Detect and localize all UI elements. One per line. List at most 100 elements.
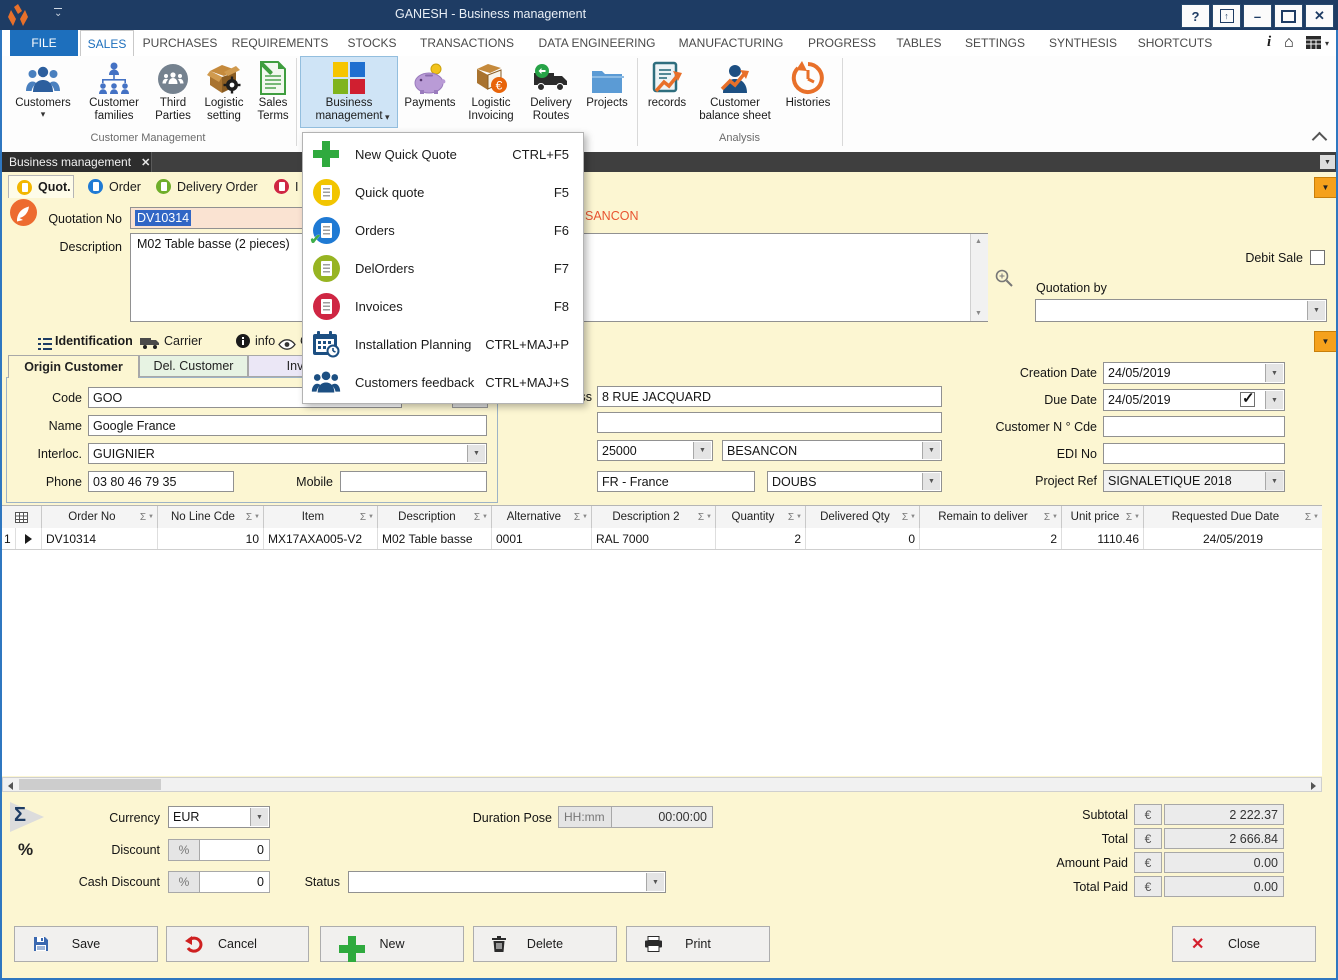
tab-info[interactable]: info bbox=[255, 334, 275, 348]
save-button[interactable]: Save bbox=[14, 926, 158, 962]
dropdown-icon[interactable] bbox=[922, 442, 940, 459]
info-icon[interactable]: i bbox=[1267, 34, 1271, 51]
quick-access-caret-icon[interactable]: ⌄ bbox=[54, 8, 62, 18]
phone-input[interactable]: 03 80 46 79 35 bbox=[88, 471, 234, 492]
grid-menu-icon[interactable] bbox=[1306, 36, 1321, 54]
tab-identification[interactable]: Identification bbox=[55, 334, 133, 348]
col-quantity[interactable]: QuantityΣ▼ bbox=[716, 506, 806, 528]
project-ref-select[interactable]: SIGNALETIQUE 2018 bbox=[1103, 470, 1285, 492]
tab-transactions[interactable]: TRANSACTIONS bbox=[416, 30, 518, 56]
col-unit-price[interactable]: Unit priceΣ▼ bbox=[1062, 506, 1144, 528]
ribbon-business-management-button[interactable]: Business management ▾ bbox=[301, 57, 397, 127]
tab-quotation[interactable]: Quot. bbox=[8, 175, 74, 198]
col-remain-to-deliver[interactable]: Remain to deliverΣ▼ bbox=[920, 506, 1062, 528]
print-button[interactable]: Print bbox=[626, 926, 770, 962]
doc-tab-business-management[interactable]: Business management✕ bbox=[0, 152, 152, 172]
subtab-del-customer[interactable]: Del. Customer bbox=[139, 355, 248, 377]
state-select[interactable]: DOUBS bbox=[767, 471, 942, 492]
cash-discount-input[interactable]: 0 bbox=[199, 871, 270, 893]
cell-description-2[interactable]: RAL 7000 bbox=[592, 528, 716, 549]
ribbon-customer-balance-sheet-button[interactable]: Customer balance sheet bbox=[693, 57, 777, 127]
expand-detail-dropdown[interactable] bbox=[1314, 331, 1337, 352]
dropdown-icon[interactable] bbox=[922, 473, 940, 490]
close-window-button[interactable]: ✕ bbox=[1305, 4, 1334, 28]
scroll-left-icon[interactable] bbox=[8, 782, 13, 790]
creation-date-input[interactable]: 24/05/2019 bbox=[1103, 362, 1285, 384]
description-scrollbar[interactable]: ▲ ▼ bbox=[970, 234, 988, 321]
ribbon-delivery-routes-button[interactable]: Delivery Routes bbox=[523, 57, 579, 127]
menu-item-quick-quote[interactable]: Quick quoteF5 bbox=[303, 173, 583, 211]
dropdown-icon[interactable] bbox=[646, 873, 664, 891]
customer-cde-input[interactable] bbox=[1103, 416, 1285, 437]
tab-synthesis[interactable]: SYNTHESIS bbox=[1046, 30, 1120, 56]
ribbon-sales-terms-button[interactable]: Sales Terms bbox=[252, 57, 294, 127]
row-selector-cell[interactable] bbox=[16, 528, 42, 549]
menu-item-installation-planning[interactable]: Installation PlanningCTRL+MAJ+P bbox=[303, 325, 583, 363]
tab-manufacturing[interactable]: MANUFACTURING bbox=[672, 30, 790, 56]
mobile-input[interactable] bbox=[340, 471, 487, 492]
cell-description[interactable]: M02 Table basse bbox=[378, 528, 492, 549]
quotation-by-select[interactable] bbox=[1035, 299, 1327, 322]
cell-alternative[interactable]: 0001 bbox=[492, 528, 592, 549]
address-line1-input[interactable]: 8 RUE JACQUARD bbox=[597, 386, 942, 407]
menu-item-customers-feedback[interactable]: Customers feedbackCTRL+MAJ+S bbox=[303, 363, 583, 401]
cell-requested-due-date[interactable]: 24/05/2019 bbox=[1144, 528, 1322, 549]
maximize-button[interactable] bbox=[1274, 4, 1303, 28]
tab-data-engineering[interactable]: DATA ENGINEERING bbox=[534, 30, 660, 56]
grid-menu-caret-icon[interactable]: ▾ bbox=[1325, 39, 1329, 48]
tab-settings[interactable]: SETTINGS bbox=[962, 30, 1028, 56]
scroll-down-icon[interactable]: ▼ bbox=[971, 306, 986, 321]
due-date-checkbox[interactable] bbox=[1240, 392, 1255, 407]
ribbon-projects-button[interactable]: Projects bbox=[581, 57, 633, 127]
ribbon-logistic-invoicing-button[interactable]: € Logistic Invoicing bbox=[461, 57, 521, 127]
cell-item[interactable]: MX17AXA005-V2 bbox=[264, 528, 378, 549]
cell-delivered-qty[interactable]: 0 bbox=[806, 528, 920, 549]
address-line2-input[interactable] bbox=[597, 412, 942, 433]
country-input[interactable]: FR - France bbox=[597, 471, 755, 492]
zip-select[interactable]: 25000 bbox=[597, 440, 713, 461]
dropdown-icon[interactable] bbox=[1265, 364, 1283, 382]
due-date-input[interactable]: 24/05/2019 bbox=[1103, 389, 1285, 411]
tab-delivery-order[interactable]: Delivery Order bbox=[148, 175, 264, 198]
ribbon-customer-families-button[interactable]: Customer families bbox=[78, 57, 150, 127]
ribbon-records-button[interactable]: records bbox=[643, 57, 691, 127]
minimize-button[interactable]: – bbox=[1243, 4, 1272, 28]
tab-shortcuts[interactable]: SHORTCUTS bbox=[1134, 30, 1216, 56]
ribbon-pin-button[interactable]: ↑ bbox=[1212, 4, 1241, 28]
close-button[interactable]: Close bbox=[1172, 926, 1316, 962]
col-no-line-cde[interactable]: No Line CdeΣ▼ bbox=[158, 506, 264, 528]
dropdown-icon[interactable] bbox=[1307, 301, 1325, 320]
ribbon-histories-button[interactable]: Histories bbox=[779, 57, 837, 127]
tab-order[interactable]: Order bbox=[80, 175, 146, 198]
col-requested-due-date[interactable]: Requested Due DateΣ▼ bbox=[1144, 506, 1322, 528]
tab-carrier[interactable]: Carrier bbox=[164, 334, 202, 348]
collapse-ribbon-icon[interactable] bbox=[1312, 132, 1328, 148]
ribbon-third-parties-button[interactable]: Third Parties bbox=[150, 57, 196, 127]
ribbon-customers-button[interactable]: Customers▾ bbox=[12, 57, 74, 127]
new-button[interactable]: New bbox=[320, 926, 464, 962]
col-description-2[interactable]: Description 2Σ▼ bbox=[592, 506, 716, 528]
scrollbar-thumb[interactable] bbox=[19, 779, 161, 790]
menu-item-new-quick-quote[interactable]: New Quick QuoteCTRL+F5 bbox=[303, 135, 583, 173]
table-row[interactable]: 1 DV10314 10 MX17AXA005-V2 M02 Table bas… bbox=[2, 528, 1322, 550]
expand-tabs-dropdown[interactable] bbox=[1314, 177, 1337, 198]
cancel-button[interactable]: Cancel bbox=[166, 926, 309, 962]
tab-file[interactable]: FILE bbox=[10, 30, 78, 56]
col-delivered-qty[interactable]: Delivered QtyΣ▼ bbox=[806, 506, 920, 528]
tab-stocks[interactable]: STOCKS bbox=[342, 30, 402, 56]
tab-purchases[interactable]: PURCHASES bbox=[136, 30, 224, 56]
subtab-origin-customer[interactable]: Origin Customer bbox=[8, 355, 139, 378]
menu-item-invoices[interactable]: InvoicesF8 bbox=[303, 287, 583, 325]
horizontal-scrollbar[interactable] bbox=[2, 777, 1322, 792]
col-alternative[interactable]: AlternativeΣ▼ bbox=[492, 506, 592, 528]
cell-no-line-cde[interactable]: 10 bbox=[158, 528, 264, 549]
menu-item-delorders[interactable]: DelOrdersF7 bbox=[303, 249, 583, 287]
currency-select[interactable]: EUR bbox=[168, 806, 270, 828]
cell-quantity[interactable]: 2 bbox=[716, 528, 806, 549]
tab-tables[interactable]: TABLES bbox=[890, 30, 948, 56]
dropdown-icon[interactable] bbox=[467, 445, 485, 462]
status-select[interactable] bbox=[348, 871, 666, 893]
cell-unit-price[interactable]: 1110.46 bbox=[1062, 528, 1144, 549]
tab-progress[interactable]: PROGRESS bbox=[806, 30, 878, 56]
dropdown-icon[interactable] bbox=[1265, 472, 1283, 490]
